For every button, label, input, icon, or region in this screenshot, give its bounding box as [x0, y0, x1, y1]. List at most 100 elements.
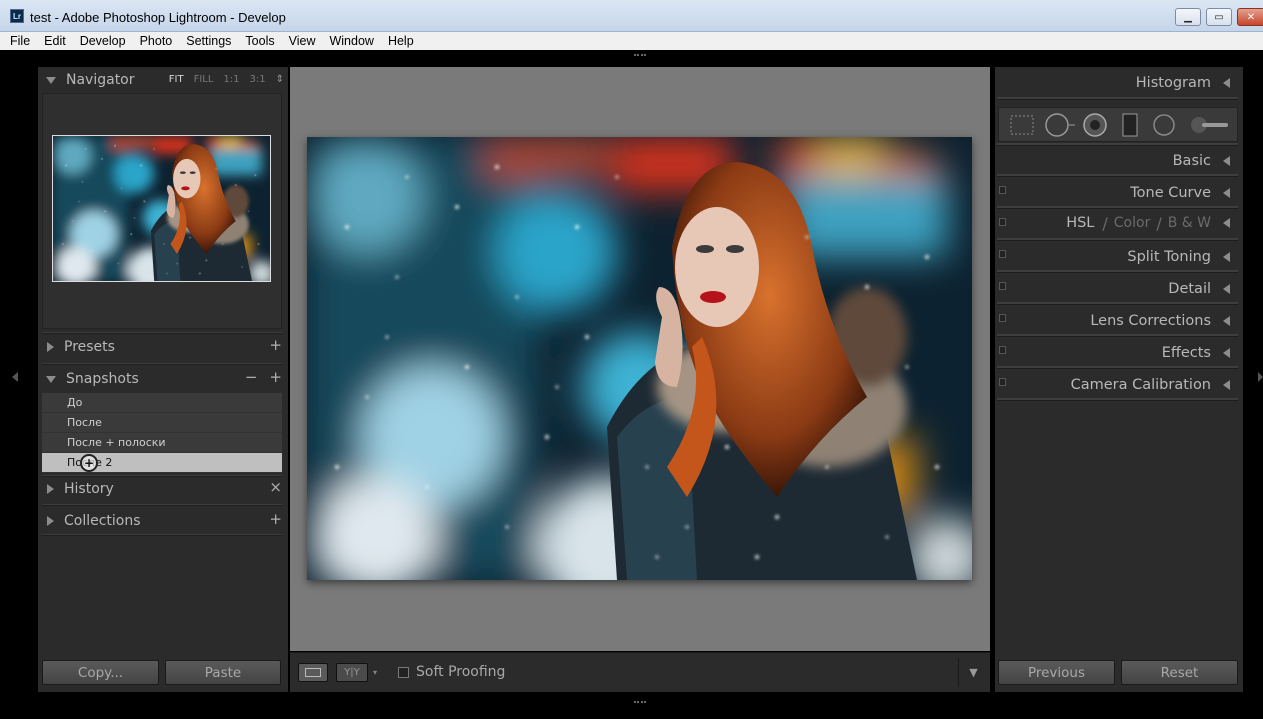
collapse-triangle-icon [46, 76, 56, 84]
add-preset-icon[interactable]: + [269, 336, 282, 354]
menu-develop[interactable]: Develop [80, 34, 126, 48]
menu-file[interactable]: File [10, 34, 30, 48]
collapse-triangle-icon [1223, 380, 1230, 390]
history-header[interactable]: History [40, 476, 280, 502]
divider [997, 238, 1238, 241]
presets-actions: + [269, 336, 282, 354]
tool-strip [998, 107, 1238, 142]
lens-corrections-header[interactable]: Lens Corrections [995, 308, 1238, 334]
basic-header[interactable]: Basic [995, 148, 1238, 174]
develop-tools [1010, 113, 1228, 137]
collections-header[interactable]: Collections [40, 508, 280, 534]
add-snapshot-icon[interactable]: + [269, 368, 282, 386]
color-tab[interactable]: Color [1114, 215, 1151, 231]
zoom-1-1[interactable]: 1:1 [223, 74, 239, 85]
effects-header[interactable]: Effects [995, 340, 1238, 366]
presets-header[interactable]: Presets [40, 334, 280, 360]
soft-proofing-label: Soft Proofing [416, 664, 506, 680]
collapse-triangle-icon [1223, 78, 1230, 88]
camera-calibration-header[interactable]: Camera Calibration [995, 372, 1238, 398]
snapshots-actions: − + [245, 368, 282, 386]
minimize-icon[interactable]: ▁ [1175, 8, 1201, 26]
collapse-triangle-icon [46, 375, 56, 383]
close-icon[interactable]: ✕ [1237, 8, 1263, 26]
menu-photo[interactable]: Photo [140, 34, 173, 48]
zoom-3-1[interactable]: 3:1 [250, 74, 266, 85]
divider [997, 206, 1238, 209]
tone-curve-header[interactable]: Tone Curve [995, 180, 1238, 206]
lens-corrections-title: Lens Corrections [1090, 313, 1211, 329]
cursor-icon: + [80, 454, 98, 472]
divider [42, 363, 282, 365]
copy-button[interactable]: Copy... [42, 660, 159, 685]
zoom-fill[interactable]: FILL [194, 74, 214, 85]
left-panel-toggle-icon[interactable] [12, 372, 18, 382]
right-panel-toggle-icon[interactable] [1258, 372, 1263, 382]
bw-tab[interactable]: B & W [1168, 215, 1211, 231]
hsl-separator: / [1102, 213, 1108, 233]
expand-triangle-icon [47, 342, 54, 352]
add-collection-icon[interactable]: + [269, 510, 282, 528]
maximize-icon[interactable]: ▭ [1206, 8, 1232, 26]
main-photo[interactable] [307, 137, 972, 580]
navigator-thumbnail[interactable] [52, 135, 271, 282]
collapse-triangle-icon [1223, 188, 1230, 198]
histogram-header[interactable]: Histogram [995, 70, 1238, 96]
divider [997, 366, 1238, 369]
previous-button[interactable]: Previous [998, 660, 1115, 685]
hsl-header[interactable]: HSL / Color / B & W [995, 210, 1238, 236]
camera-calibration-title: Camera Calibration [1070, 377, 1211, 393]
snapshot-item-selected[interactable]: После 2 [42, 453, 282, 473]
snapshot-list: До После После + полоски После 2 [42, 393, 282, 473]
collections-actions: + [269, 510, 282, 528]
top-panel-toggle-icon[interactable] [634, 54, 646, 58]
divider [997, 270, 1238, 273]
split-toning-title: Split Toning [1127, 249, 1211, 265]
collapse-triangle-icon [1223, 252, 1230, 262]
menu-edit[interactable]: Edit [44, 34, 66, 48]
snapshot-item[interactable]: После + полоски [42, 433, 282, 453]
toolbar-menu-icon[interactable]: ▼ [958, 658, 988, 687]
detail-header[interactable]: Detail [995, 276, 1238, 302]
menu-settings[interactable]: Settings [186, 34, 231, 48]
collapse-triangle-icon [1223, 284, 1230, 294]
crop-overlay-icon[interactable] [1010, 115, 1034, 135]
paste-button[interactable]: Paste [165, 660, 281, 685]
menu-view[interactable]: View [289, 34, 316, 48]
zoom-fit[interactable]: FIT [169, 74, 184, 85]
thumbnail-image [53, 136, 270, 281]
radial-filter-icon[interactable] [1153, 114, 1175, 136]
tone-curve-title: Tone Curve [1130, 185, 1211, 201]
divider [997, 302, 1238, 305]
menu-bar: File Edit Develop Photo Settings Tools V… [0, 32, 1263, 50]
collapse-triangle-icon [1223, 316, 1230, 326]
before-after-dropdown-icon[interactable]: ▾ [373, 668, 377, 677]
filmstrip-toggle-icon[interactable] [634, 701, 646, 705]
clear-history-icon[interactable]: × [269, 478, 282, 496]
history-title: History [64, 481, 114, 497]
split-toning-header[interactable]: Split Toning [995, 244, 1238, 270]
reset-button[interactable]: Reset [1121, 660, 1238, 685]
basic-title: Basic [1172, 153, 1211, 169]
soft-proofing-checkbox[interactable] [398, 667, 409, 678]
zoom-stepper-icon[interactable]: ⇕ [276, 74, 284, 85]
window-title: test - Adobe Photoshop Lightroom - Devel… [30, 10, 286, 25]
history-actions: × [269, 478, 282, 496]
spot-removal-icon[interactable] [1045, 113, 1075, 137]
red-eye-icon[interactable] [1083, 113, 1107, 137]
menu-tools[interactable]: Tools [245, 34, 274, 48]
divider [997, 97, 1238, 100]
title-bar: Lr test - Adobe Photoshop Lightroom - De… [0, 0, 1263, 32]
divider [997, 174, 1238, 177]
menu-help[interactable]: Help [388, 34, 414, 48]
graduated-filter-icon[interactable] [1122, 113, 1138, 137]
menu-window[interactable]: Window [329, 34, 373, 48]
snapshot-item[interactable]: После [42, 413, 282, 433]
adjustment-brush-icon[interactable] [1191, 117, 1228, 133]
snapshot-item[interactable]: До [42, 393, 282, 413]
collections-title: Collections [64, 513, 141, 529]
before-after-button[interactable]: Y|Y [336, 663, 368, 682]
loupe-view-button[interactable] [298, 663, 328, 682]
remove-snapshot-icon[interactable]: − [245, 368, 258, 386]
effects-title: Effects [1161, 345, 1211, 361]
